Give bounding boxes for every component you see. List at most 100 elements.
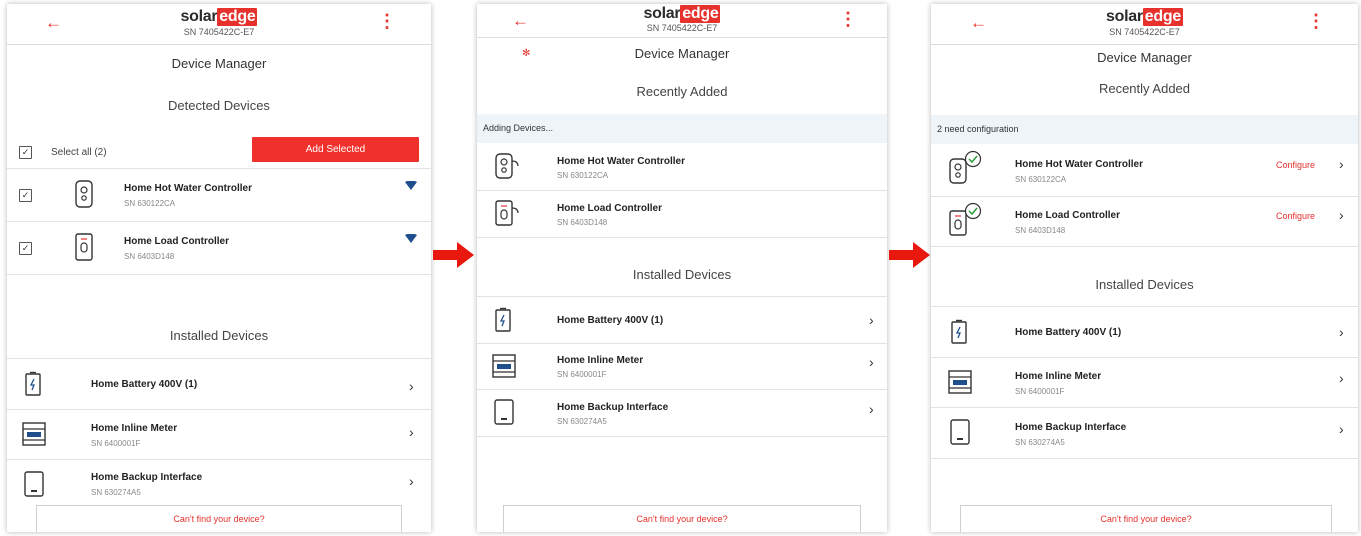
- device-name: Home Battery 400V (1): [91, 379, 198, 390]
- page-title: Device Manager: [634, 46, 730, 61]
- configure-link[interactable]: Configure: [1276, 211, 1315, 221]
- select-all-checkbox[interactable]: ✓: [19, 146, 32, 159]
- device-checkbox[interactable]: ✓: [19, 242, 32, 255]
- chevron-right-icon: ›: [1339, 156, 1344, 172]
- chevron-right-icon: ›: [869, 312, 874, 328]
- recently-added-heading: Recently Added: [1098, 81, 1191, 96]
- battery-icon: [495, 307, 511, 332]
- recent-device-row[interactable]: Home Load Controller SN 6403D148 Configu…: [931, 197, 1358, 247]
- chevron-right-icon: ›: [1339, 421, 1344, 437]
- chevron-right-icon: ›: [1339, 324, 1344, 340]
- device-serial-number: SN 6403D148: [557, 218, 608, 227]
- device-name: Home Backup Interface: [1015, 422, 1127, 433]
- hot-water-controller-icon: [495, 153, 519, 179]
- device-serial-number: SN 630122CA: [1015, 175, 1067, 184]
- status-bar: 2 need configuration: [931, 115, 1358, 144]
- screen-need-configuration: ← solar edge SN 7405422C-E7 ⋮ Device Mana…: [931, 4, 1358, 532]
- detected-device-row[interactable]: ✓ Home Hot Water Controller SN 630122CA: [7, 169, 431, 222]
- app-header: ← solar edge SN 7405422C-E7 ⋮: [477, 4, 887, 38]
- configure-link[interactable]: Configure: [1276, 160, 1315, 170]
- kebab-menu-icon[interactable]: ⋮: [839, 10, 857, 28]
- solaredge-logo: solar edge: [643, 5, 721, 23]
- select-all-label: Select all (2): [51, 147, 107, 158]
- installed-device-row[interactable]: Home Inline Meter SN 6400001F ›: [931, 357, 1358, 408]
- check-circle-icon: [964, 202, 982, 220]
- device-serial-number: SN 6400001F: [91, 439, 141, 448]
- page-title: Device Manager: [171, 56, 267, 71]
- solaredge-logo: solar edge: [1106, 8, 1183, 26]
- detected-device-row[interactable]: ✓ Home Load Controller SN 6403D148: [7, 222, 431, 275]
- device-serial-number: SN 6400001F: [557, 370, 607, 379]
- device-name: Home Inline Meter: [557, 355, 644, 366]
- installed-device-row[interactable]: Home Battery 400V (1) ›: [477, 296, 887, 344]
- right-arrow-icon: [433, 242, 474, 268]
- wifi-signal-icon: [405, 234, 417, 243]
- cant-find-device-link[interactable]: Can't find your device?: [503, 505, 861, 532]
- solaredge-logo: solar edge: [180, 8, 258, 26]
- recent-device-row[interactable]: Home Hot Water Controller SN 630122CA: [477, 144, 887, 191]
- app-header: ← solar edge SN 7405422C-E7 ⋮: [7, 4, 431, 45]
- screen-detected-devices: ← solar edge SN 7405422C-E7 ⋮ Device Mana…: [7, 4, 431, 532]
- device-name: Home Load Controller: [124, 236, 230, 247]
- device-serial-number: SN 630122CA: [557, 171, 609, 180]
- device-serial: SN 7405422C-E7: [183, 27, 255, 37]
- installed-device-row[interactable]: Home Battery 400V (1) ›: [931, 306, 1358, 358]
- chevron-right-icon: ›: [409, 473, 414, 489]
- battery-icon: [25, 371, 41, 396]
- recent-device-row[interactable]: Home Hot Water Controller SN 630122CA Co…: [931, 145, 1358, 197]
- app-header: ← solar edge SN 7405422C-E7 ⋮: [931, 4, 1358, 45]
- device-serial-number: SN 6403D148: [1015, 226, 1066, 235]
- chevron-right-icon: ›: [869, 354, 874, 370]
- installed-device-row[interactable]: Home Inline Meter SN 6400001F ›: [7, 409, 431, 460]
- device-name: Home Load Controller: [557, 203, 663, 214]
- installed-device-row[interactable]: Home Backup Interface SN 630274A5 ›: [931, 408, 1358, 459]
- installed-device-row[interactable]: Home Backup Interface SN 630274A5 ›: [477, 390, 887, 437]
- device-checkbox[interactable]: ✓: [19, 189, 32, 202]
- chevron-right-icon: ›: [409, 378, 414, 394]
- device-name: Home Backup Interface: [557, 402, 669, 413]
- cant-find-device-link[interactable]: Can't find your device?: [36, 505, 402, 532]
- kebab-menu-icon[interactable]: ⋮: [378, 12, 396, 30]
- check-circle-icon: [964, 150, 982, 168]
- installed-devices-heading: Installed Devices: [169, 328, 269, 343]
- add-selected-button[interactable]: Add Selected: [252, 137, 419, 162]
- select-all-row: ✓ Select all (2) Add Selected: [7, 135, 431, 169]
- recent-device-row[interactable]: Home Load Controller SN 6403D148: [477, 191, 887, 238]
- device-serial: SN 7405422C-E7: [646, 23, 718, 33]
- device-name: Home Hot Water Controller: [1015, 159, 1143, 170]
- installed-device-row[interactable]: Home Battery 400V (1) ›: [7, 358, 431, 410]
- device-name: Home Hot Water Controller: [124, 183, 252, 194]
- device-name: Home Backup Interface: [91, 472, 203, 483]
- device-serial-number: SN 630274A5: [91, 488, 141, 497]
- page-title: Device Manager: [1097, 50, 1192, 65]
- backup-interface-icon: [24, 471, 44, 497]
- device-serial-number: SN 630122CA: [124, 199, 176, 208]
- recently-added-heading: Recently Added: [636, 84, 728, 99]
- device-name: Home Battery 400V (1): [1015, 327, 1122, 338]
- hot-water-controller-icon: [75, 180, 93, 208]
- chevron-right-icon: ›: [869, 401, 874, 417]
- kebab-menu-icon[interactable]: ⋮: [1307, 12, 1325, 30]
- device-serial: SN 7405422C-E7: [1109, 27, 1180, 37]
- chevron-right-icon: ›: [1339, 207, 1344, 223]
- device-name: Home Inline Meter: [1015, 371, 1102, 382]
- battery-icon: [951, 319, 967, 344]
- cant-find-device-link[interactable]: Can't find your device?: [960, 505, 1332, 532]
- wifi-signal-icon: [405, 181, 417, 190]
- screen-adding-devices: ← solar edge SN 7405422C-E7 ⋮ ✻ Device Ma…: [477, 4, 887, 532]
- device-serial-number: SN 6400001F: [1015, 387, 1065, 396]
- device-serial-number: SN 630274A5: [1015, 438, 1065, 447]
- device-name: Home Load Controller: [1015, 210, 1121, 221]
- installed-devices-heading: Installed Devices: [632, 267, 732, 282]
- status-bar: Adding Devices...: [477, 114, 887, 143]
- backup-interface-icon: [494, 399, 514, 425]
- backup-interface-icon: [950, 419, 970, 445]
- installed-device-row[interactable]: Home Backup Interface SN 630274A5 ›: [7, 460, 431, 510]
- installed-device-row[interactable]: Home Inline Meter SN 6400001F ›: [477, 343, 887, 390]
- device-name: Home Inline Meter: [91, 423, 178, 434]
- chevron-right-icon: ›: [1339, 370, 1344, 386]
- inline-meter-icon: [948, 370, 972, 394]
- device-serial-number: SN 630274A5: [557, 417, 607, 426]
- load-controller-icon: [495, 200, 519, 226]
- inline-meter-icon: [492, 354, 516, 378]
